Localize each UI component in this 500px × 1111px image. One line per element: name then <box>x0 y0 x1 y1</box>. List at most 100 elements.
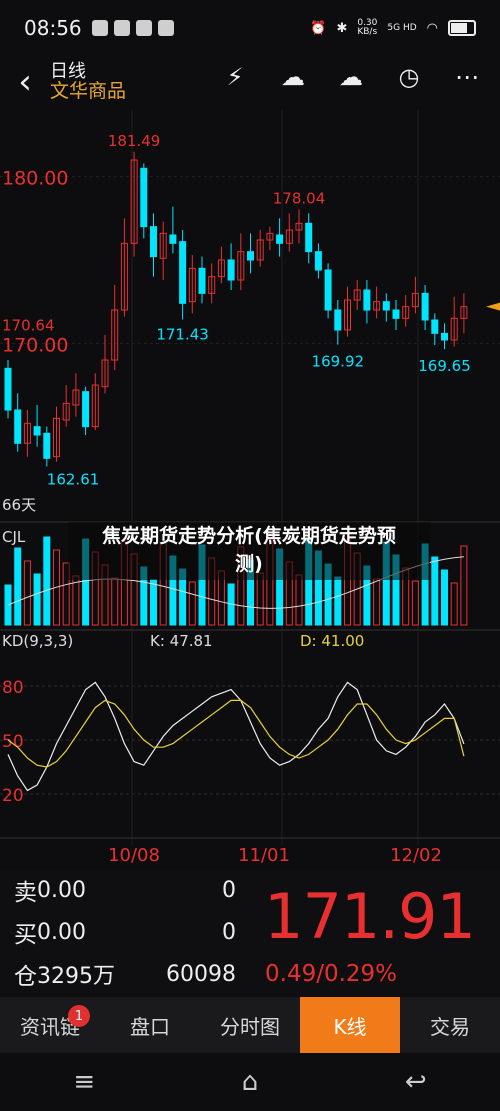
candle-body <box>324 269 332 311</box>
kd-label: KD(9,3,3) <box>2 632 73 650</box>
cjl-label: CJL <box>2 528 26 546</box>
chevron-left-icon: ‹ <box>18 62 32 102</box>
tab-kline[interactable]: K线 <box>300 997 400 1053</box>
back-nav-icon[interactable]: ↩ <box>405 1067 427 1097</box>
sell-volume: 0 <box>222 877 236 903</box>
candle-body <box>82 391 90 428</box>
home-icon[interactable]: ⌂ <box>242 1067 259 1097</box>
notification-icons <box>91 20 174 36</box>
candle-body <box>43 432 51 459</box>
candle-body <box>334 309 342 331</box>
volume-bar <box>14 547 22 626</box>
candle-body <box>140 167 148 228</box>
tab-orderbook[interactable]: 盘口 <box>100 997 200 1053</box>
battery-icon <box>448 20 476 36</box>
instrument-name[interactable]: 文华商品 <box>50 81 126 102</box>
volume-bar <box>111 577 119 626</box>
volume-bar <box>450 582 458 626</box>
news-badge: 1 <box>68 1005 90 1027</box>
price-change: 0.49/0.29% <box>265 961 398 987</box>
k-value: K: 47.81 <box>150 632 213 650</box>
header-titles: 日线 文华商品 <box>50 60 126 103</box>
tab-timeshare-label: 分时图 <box>220 1014 280 1039</box>
more-icon[interactable]: ⋯ <box>452 62 482 92</box>
price-annotation: 169.92 <box>312 353 365 371</box>
volume-bar <box>33 573 41 626</box>
menu-icon[interactable]: ≡ <box>73 1067 95 1097</box>
price-annotation: 162.61 <box>47 471 100 489</box>
app-notification-icon <box>91 20 108 36</box>
tab-orderbook-label: 盘口 <box>130 1014 170 1039</box>
axis-label-upper: 170.64 <box>2 317 55 335</box>
app-header: ‹ 日线 文华商品 ⚡ ☁ ☁ ◷ ⋯ <box>0 56 500 108</box>
candle-body <box>169 234 177 244</box>
tab-timeshare[interactable]: 分时图 <box>200 997 300 1053</box>
kd-level-label: 80 <box>2 678 24 698</box>
header-actions: ⚡ ☁ ☁ ◷ ⋯ <box>220 62 482 92</box>
candle-body <box>14 409 22 444</box>
volume-bar <box>23 560 31 626</box>
candle-body <box>305 222 313 253</box>
period-label: 日线 <box>50 60 86 82</box>
candle-body <box>179 241 187 304</box>
tab-trade[interactable]: 交易 <box>400 997 500 1053</box>
volume-bar <box>334 576 342 626</box>
current-price-marker <box>486 302 500 311</box>
tab-kline-label: K线 <box>333 1014 367 1039</box>
clock-icon[interactable]: ◷ <box>394 62 424 92</box>
network-speed: 0.30 KB/s <box>357 18 378 37</box>
cloud-upload-icon[interactable]: ☁ <box>336 62 366 92</box>
network-type: 5G HD <box>387 23 417 33</box>
candle-body <box>150 226 157 258</box>
position-row: 仓 3295万 60098 <box>14 954 236 994</box>
overlay-line2: 测) <box>235 553 263 575</box>
buy-label: 买 <box>14 922 37 948</box>
candle-body <box>276 234 284 244</box>
d-value: D: 41.00 <box>300 632 364 650</box>
back-button[interactable]: ‹ <box>0 56 50 108</box>
cloud-sync-icon[interactable]: ☁ <box>278 62 308 92</box>
position-label: 仓 <box>14 964 37 990</box>
candle-body <box>392 309 400 319</box>
price-annotation: 181.49 <box>108 132 161 150</box>
alarm-icon: ⏰ <box>310 20 327 36</box>
overlay-line1: 焦炭期货走势分析(焦炭期货走势预 <box>102 525 396 547</box>
x-tick-label: 10/08 <box>108 845 160 866</box>
volume-bar <box>441 569 448 626</box>
position-extra: 60098 <box>166 961 236 987</box>
x-tick-label: 12/02 <box>390 845 442 866</box>
wechat-icon <box>157 20 174 36</box>
price-annotation: 178.04 <box>273 189 326 207</box>
wifi-icon: ◠ <box>426 20 438 36</box>
volume-bar <box>188 581 196 626</box>
system-nav-bar: ≡ ⌂ ↩ <box>0 1053 500 1111</box>
days-label: 66天 <box>2 496 36 514</box>
candle-body <box>227 259 235 281</box>
tab-news[interactable]: 资讯链 1 <box>0 997 100 1053</box>
tab-trade-label: 交易 <box>430 1014 470 1039</box>
volume-bar <box>460 545 468 626</box>
axis-label-high: 180.00 <box>2 168 68 190</box>
x-tick-label: 11/01 <box>238 845 290 866</box>
sell-label: 卖 <box>14 880 37 906</box>
candle-body <box>382 301 390 311</box>
lightning-icon[interactable]: ⚡ <box>220 62 250 92</box>
volume-bar <box>43 536 51 626</box>
volume-bar <box>295 574 303 626</box>
candle-body <box>431 319 439 334</box>
candle-body <box>33 426 41 436</box>
sell-row: 卖 0.00 0 <box>14 870 236 910</box>
sell-price: 0.00 <box>37 877 86 903</box>
buy-row: 买 0.00 0 <box>14 912 236 952</box>
axis-label-mid: 170.00 <box>2 334 68 356</box>
price-annotation: 169.65 <box>418 357 471 375</box>
candle-body <box>247 251 254 261</box>
buy-volume: 0 <box>222 919 236 945</box>
volume-bar <box>150 579 157 626</box>
candle-body <box>421 292 429 321</box>
status-bar: 08:56 ⏰ ✱ 0.30 KB/s 5G HD ◠ <box>0 0 500 56</box>
bluetooth-icon: ✱ <box>336 20 348 36</box>
tiktok-icon <box>113 20 130 36</box>
kline-chart[interactable]: 180.00 170.00170.64 66天 181.49 171.43 178.04 1… <box>0 110 500 870</box>
kd-level-label: 50 <box>2 732 24 752</box>
